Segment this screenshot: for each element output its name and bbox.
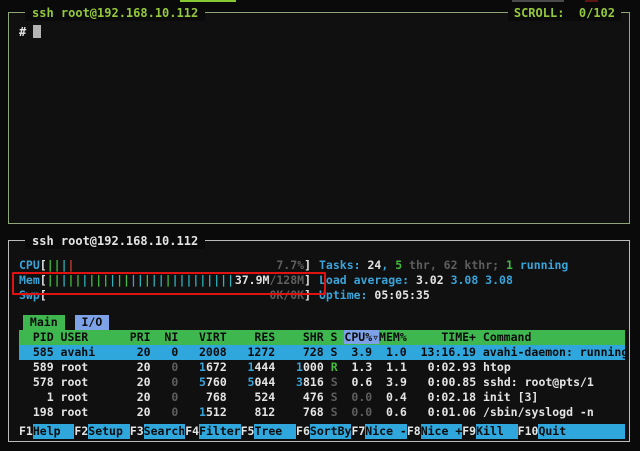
- fkey-label: Filter: [199, 424, 241, 439]
- meter-bar: |: [123, 273, 130, 287]
- fkey-number: F3: [130, 424, 144, 439]
- swap-meter-label: Swp: [19, 288, 40, 303]
- video-scrubber-artifact: [585, 0, 598, 2]
- bracket-open: [: [40, 273, 47, 288]
- table-row[interactable]: 1 root 20 0 768 524 476 S 0.0 0.4 0:02.1…: [19, 390, 625, 405]
- mem-meter-bars: |||||||||||||||||||||||||||: [47, 273, 235, 288]
- mem-meter-label: Mem: [19, 273, 40, 288]
- meter-bar: |: [165, 273, 172, 287]
- meter-bar: |: [61, 273, 68, 287]
- fkey-number: F7: [351, 424, 365, 439]
- terminal-pane-top[interactable]: ssh root@192.168.10.112 SCROLL: 0/102 #: [8, 12, 630, 224]
- fkey-f10[interactable]: F10Quit: [518, 424, 625, 439]
- fkey-label: Search: [144, 424, 186, 439]
- htop-stats: Tasks: 24, 5 thr, 62 kthr; 1 running Loa…: [319, 258, 625, 303]
- meter-bar: |: [144, 273, 151, 287]
- fkey-f8[interactable]: F8Nice +: [407, 424, 462, 439]
- fkey-f4[interactable]: F4Filter: [185, 424, 240, 439]
- meter-bar: |: [130, 273, 137, 287]
- fkey-number: F5: [241, 424, 255, 439]
- meter-bar: |: [116, 273, 123, 287]
- text-cursor: [33, 25, 41, 38]
- fkey-label: Kill: [476, 424, 518, 439]
- fkey-f2[interactable]: F2Setup: [74, 424, 129, 439]
- spacer: [19, 303, 625, 315]
- table-row[interactable]: 585 avahi 20 0 2008 1272 728 S 3.9 1.0 1…: [19, 345, 625, 360]
- htop-meters: CPU[||||7.7%] Mem[||||||||||||||||||||||…: [19, 258, 311, 303]
- meter-bar: |: [172, 273, 179, 287]
- meter-bar: |: [54, 273, 61, 287]
- fkey-f3[interactable]: F3Search: [130, 424, 185, 439]
- fkey-f7[interactable]: F7Nice -: [351, 424, 406, 439]
- prompt-char: #: [19, 25, 26, 39]
- uptime: Uptime: 05:05:35: [319, 288, 625, 303]
- fkey-label: Quit: [538, 424, 625, 439]
- fkey-f1[interactable]: F1Help: [19, 424, 74, 439]
- fkey-number: F8: [407, 424, 421, 439]
- table-row[interactable]: 589 root 20 0 1672 1444 1000 R 1.3 1.1 0…: [19, 360, 625, 375]
- cpu-meter: CPU[||||7.7%]: [19, 258, 311, 273]
- fkey-label: Tree: [254, 424, 296, 439]
- mem-meter-value: 37.9M/128M: [235, 273, 304, 288]
- table-row[interactable]: 578 root 20 0 5760 5044 3816 S 0.6 3.9 0…: [19, 375, 625, 390]
- meter-bar: |: [68, 258, 75, 272]
- bracket-open: [: [40, 288, 47, 303]
- fkey-number: F4: [185, 424, 199, 439]
- pane-title: ssh root@192.168.10.112: [25, 5, 205, 21]
- fkey-f6[interactable]: F6SortBy: [296, 424, 351, 439]
- bracket-close: ]: [304, 273, 311, 288]
- tab-io[interactable]: I/O: [75, 315, 110, 330]
- fkey-label: Help: [33, 424, 75, 439]
- bracket-close: ]: [304, 258, 311, 273]
- function-key-bar: F1Help F2Setup F3SearchF4FilterF5Tree F6…: [19, 424, 625, 439]
- swap-meter: Swp[0K/0K]: [19, 288, 311, 303]
- swap-meter-bars: [47, 288, 270, 303]
- fkey-f5[interactable]: F5Tree: [241, 424, 296, 439]
- video-scrubber-artifact: [180, 0, 236, 2]
- process-table-rows: 585 avahi 20 0 2008 1272 728 S 3.9 1.0 1…: [19, 345, 625, 420]
- fkey-label: Nice -: [365, 424, 407, 439]
- table-row[interactable]: 198 root 20 0 1512 812 768 S 0.0 0.6 0:0…: [19, 405, 625, 420]
- bracket-open: [: [40, 258, 47, 273]
- fkey-f9[interactable]: F9Kill: [462, 424, 517, 439]
- fkey-number: F6: [296, 424, 310, 439]
- cpu-meter-label: CPU: [19, 258, 40, 273]
- fkey-label: Nice +: [421, 424, 463, 439]
- cpu-meter-value: 7.7%: [276, 258, 304, 273]
- tasks-summary: Tasks: 24, 5 thr, 62 kthr; 1 running: [319, 258, 625, 273]
- meter-bar: |: [227, 273, 234, 287]
- fkey-number: F9: [462, 424, 476, 439]
- video-scrubber-artifact: [512, 0, 564, 2]
- process-table-header[interactable]: PID USER PRI NI VIRT RES SHR S CPU%▿MEM%…: [19, 330, 625, 345]
- htop-meters-stats: CPU[||||7.7%] Mem[||||||||||||||||||||||…: [19, 258, 625, 303]
- meter-bar: |: [61, 258, 68, 272]
- bracket-close: ]: [304, 288, 311, 303]
- tmux-session: ssh root@192.168.10.112 SCROLL: 0/102 # …: [0, 0, 640, 451]
- meter-bar: |: [158, 273, 165, 287]
- swap-meter-value: 0K/0K: [269, 288, 304, 303]
- fkey-label: Setup: [88, 424, 130, 439]
- fkey-number: F1: [19, 424, 33, 439]
- tab-main[interactable]: Main: [23, 315, 65, 330]
- load-average: Load average: 3.02 3.08 3.08: [319, 273, 625, 288]
- meter-bar: |: [54, 258, 61, 272]
- fkey-number: F2: [74, 424, 88, 439]
- fkey-label: SortBy: [310, 424, 352, 439]
- terminal-pane-bottom[interactable]: ssh root@192.168.10.112 CPU[||||7.7%] Me…: [8, 240, 630, 442]
- htop-app: CPU[||||7.7%] Mem[||||||||||||||||||||||…: [9, 241, 629, 439]
- fkey-number: F10: [518, 424, 539, 439]
- meter-bar: |: [137, 273, 144, 287]
- mem-meter: Mem[|||||||||||||||||||||||||||37.9M/128…: [19, 273, 311, 288]
- meter-bar: |: [47, 258, 54, 272]
- scroll-indicator: SCROLL: 0/102: [508, 5, 621, 21]
- meter-bar: |: [151, 273, 158, 287]
- meter-bar: |: [47, 273, 54, 287]
- cpu-meter-bars: ||||: [47, 258, 277, 273]
- htop-tabs: Main I/O: [19, 315, 625, 330]
